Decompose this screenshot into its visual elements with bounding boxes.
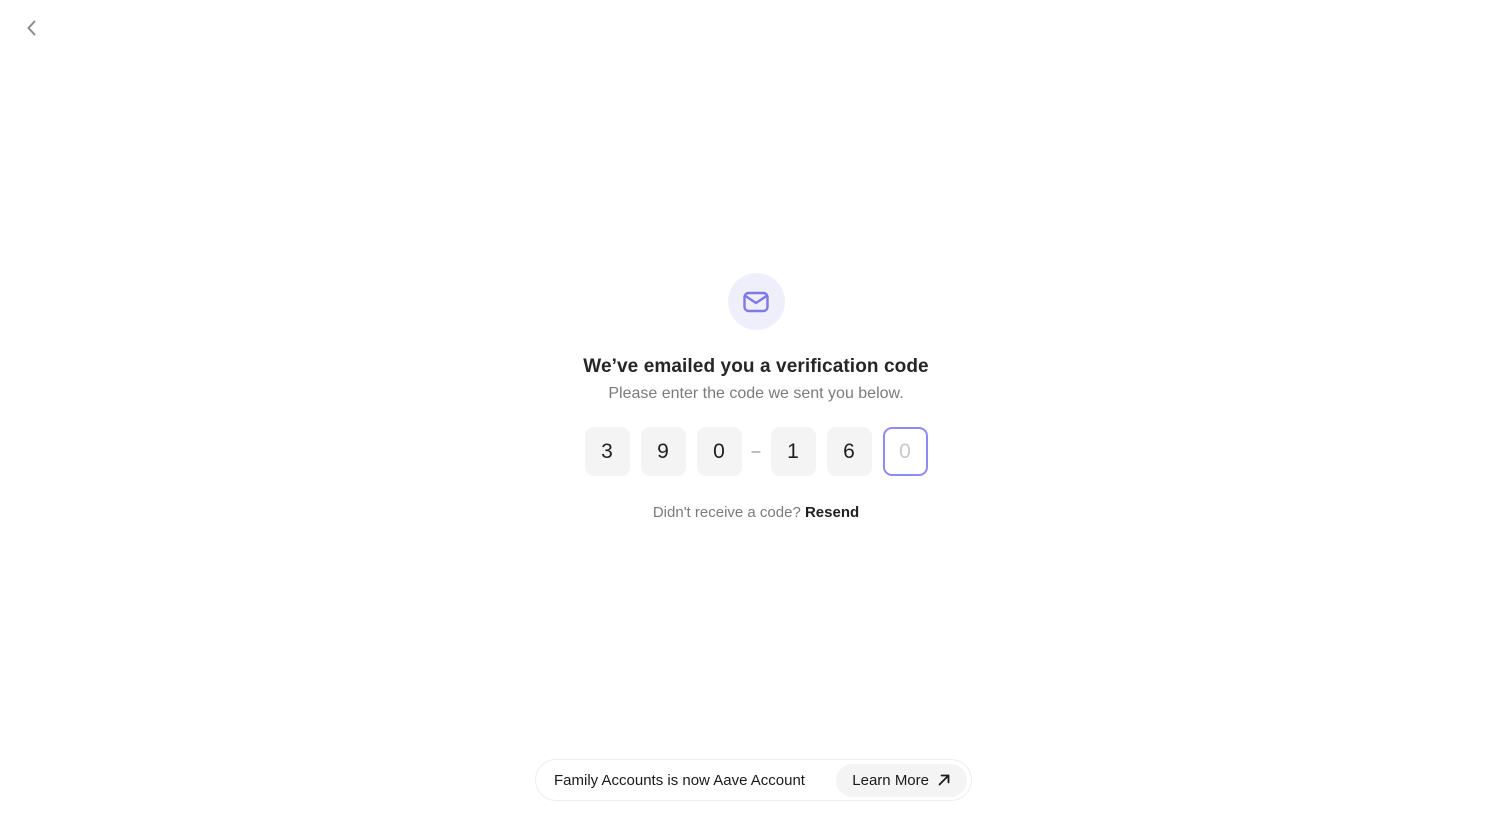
learn-more-label: Learn More xyxy=(852,771,929,789)
resend-link[interactable]: Resend xyxy=(805,504,859,521)
announcement-banner: Family Accounts is now Aave Account Lear… xyxy=(535,759,972,801)
code-digit-5[interactable] xyxy=(826,427,872,476)
resend-line: Didn't receive a code? Resend xyxy=(653,504,859,522)
arrow-up-right-icon xyxy=(937,773,951,787)
mail-icon xyxy=(743,291,769,312)
mail-badge xyxy=(727,273,785,330)
code-digit-6[interactable] xyxy=(882,427,928,476)
learn-more-button[interactable]: Learn More xyxy=(836,763,967,797)
back-button[interactable] xyxy=(18,14,46,42)
code-digit-3[interactable] xyxy=(696,427,742,476)
chevron-left-icon xyxy=(27,20,36,36)
code-digit-1[interactable] xyxy=(584,427,630,476)
code-separator: – xyxy=(751,442,761,460)
page-subtitle: Please enter the code we sent you below. xyxy=(608,385,904,402)
verification-page: We’ve emailed you a verification code Pl… xyxy=(0,0,1512,814)
code-digit-4[interactable] xyxy=(770,427,816,476)
resend-prompt: Didn't receive a code? xyxy=(652,504,801,521)
banner-text: Family Accounts is now Aave Account xyxy=(554,771,805,789)
code-digit-2[interactable] xyxy=(640,427,686,476)
page-title: We’ve emailed you a verification code xyxy=(583,356,929,377)
verification-panel: We’ve emailed you a verification code Pl… xyxy=(0,273,1512,522)
verification-code-inputs: – xyxy=(579,427,933,476)
